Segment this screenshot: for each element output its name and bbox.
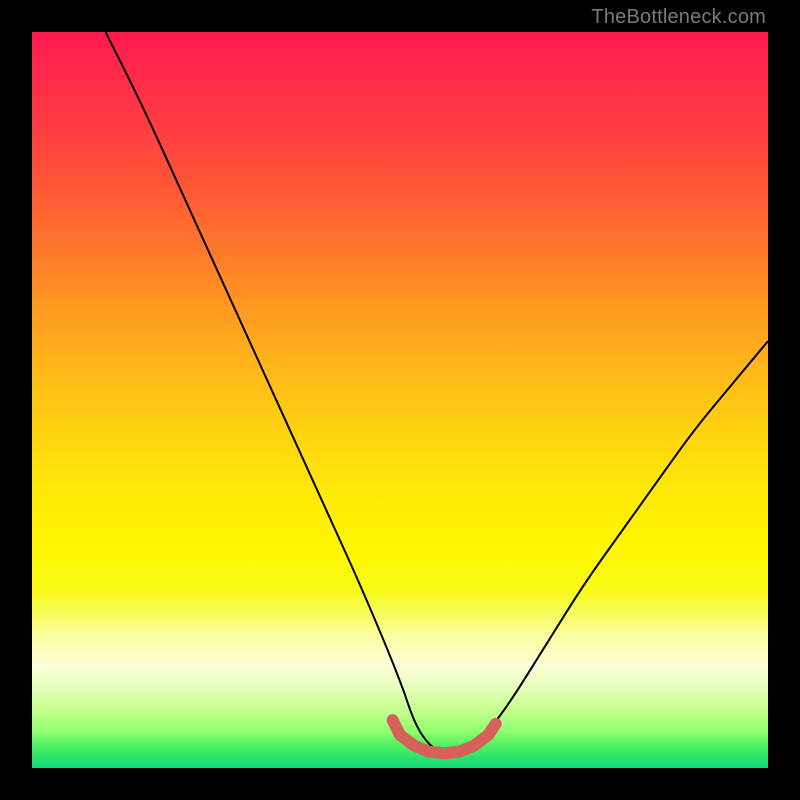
curve-svg [32,32,768,768]
optimal-range-highlight [393,720,496,753]
bottleneck-curve [106,32,768,753]
plot-area [32,32,768,768]
chart-frame: TheBottleneck.com [0,0,800,800]
watermark-text: TheBottleneck.com [591,6,766,29]
